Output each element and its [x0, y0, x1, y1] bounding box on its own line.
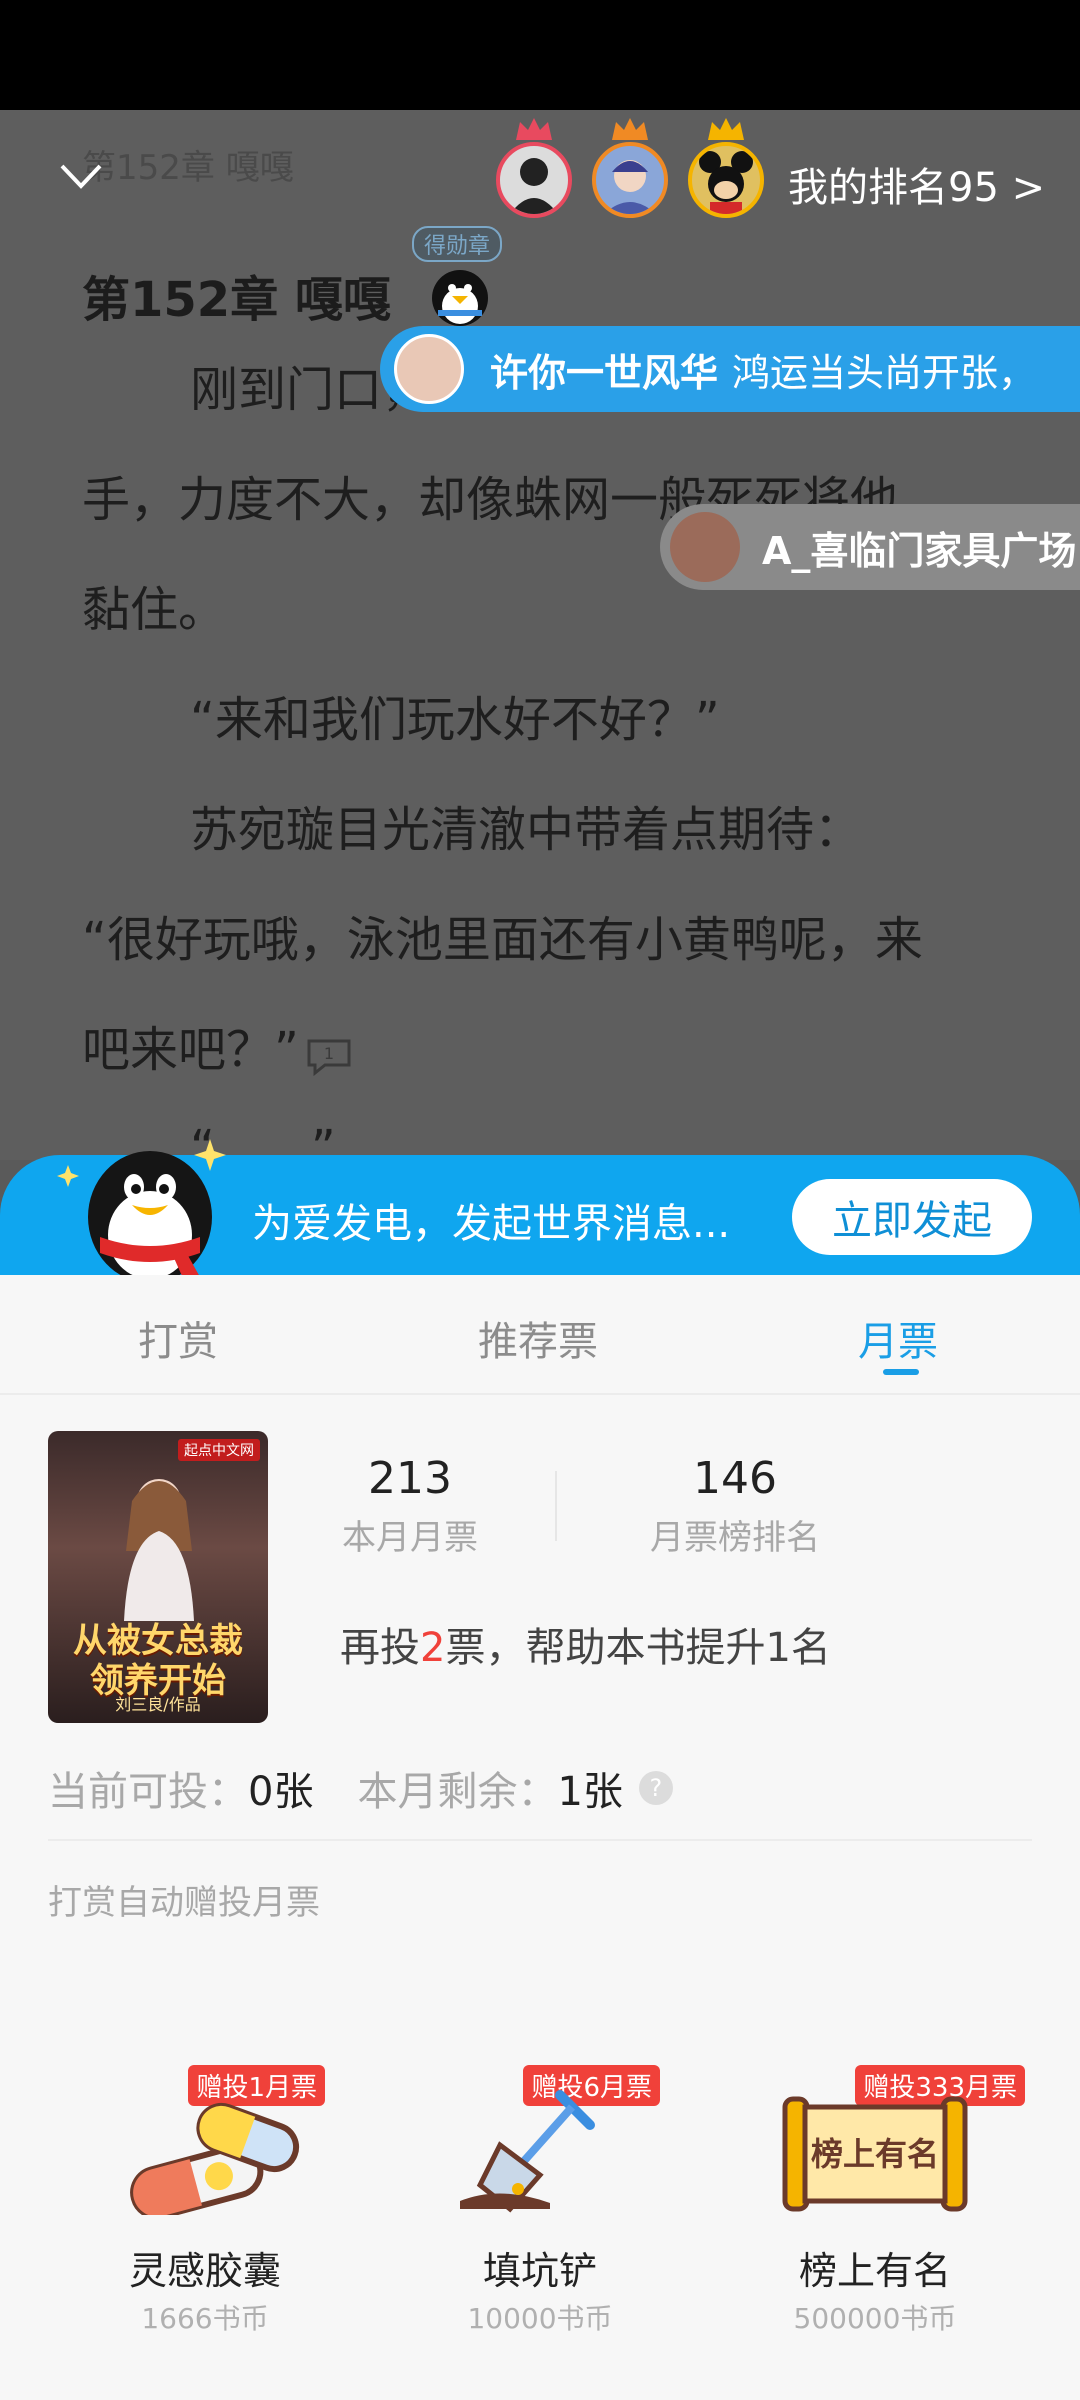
- chapter-title: 第152章 嘎嘎: [82, 272, 391, 328]
- gift-on-the-list[interactable]: 赠投333月票 榜上有名 榜上有名 500000书币: [725, 2065, 1025, 2355]
- penguin-mascot-icon: [57, 1139, 226, 1285]
- scroll-icon: 榜上有名: [782, 2096, 968, 2212]
- penguin-icon: [432, 270, 488, 326]
- top-fan-avatar[interactable]: [496, 118, 572, 218]
- gift-price: 10000书币: [467, 2302, 613, 2335]
- gift-pit-shovel[interactable]: 赠投6月票 填坑铲 10000书币: [390, 2065, 690, 2355]
- paragraph-line: 黏住。: [82, 582, 227, 638]
- cover-logo: 起点中文网: [178, 1439, 260, 1461]
- my-rank-link[interactable]: 我的排名95 >: [788, 155, 1045, 213]
- auto-vote-note: 打赏自动赠投月票: [48, 1883, 320, 1923]
- current-votes-value: 0张: [248, 1769, 314, 1815]
- comment-icon[interactable]: 1: [305, 1033, 353, 1077]
- tab-recommend-ticket[interactable]: 推荐票: [478, 1309, 598, 1367]
- top-fan-avatar[interactable]: [688, 118, 764, 218]
- boost-suffix: 票，帮助本书提升1名: [445, 1625, 831, 1671]
- book-cover[interactable]: 起点中文网 从被女总裁 领养开始 刘三良/作品: [48, 1431, 268, 1723]
- boost-prefix: 再投: [340, 1625, 420, 1671]
- start-now-button[interactable]: 立即发起: [792, 1179, 1032, 1255]
- promo-banner[interactable]: 为爱发电，发起世界消息... 立即发起: [0, 1139, 1080, 1285]
- tab-reward[interactable]: 打赏: [138, 1309, 218, 1367]
- paragraph-line: 苏宛璇目光清澈中带着点期待：: [190, 802, 863, 858]
- danmaku-user-name: 许你一世风华: [490, 350, 719, 395]
- reader-page[interactable]: 第152章 嘎嘎 第152章 嘎嘎 刚到门口，苏宛璇就抓住了他的 手，力度不大，…: [0, 110, 1080, 1160]
- paragraph-line: “很好玩哦，泳池里面还有小黄鸭呢，来: [82, 912, 923, 968]
- promo-text: 为爱发电，发起世界消息...: [252, 1201, 731, 1247]
- help-icon[interactable]: ?: [638, 1771, 673, 1805]
- paragraph-text: 吧来吧？”: [82, 1022, 299, 1078]
- danmaku-user-name: A_喜临门家具广场: [762, 528, 1077, 573]
- gift-name: 灵感胶囊: [128, 2249, 281, 2293]
- divider: [48, 1839, 1032, 1841]
- crown-icon: [516, 118, 552, 140]
- comment-count: 1: [324, 1044, 334, 1063]
- crown-icon: [612, 118, 648, 140]
- gift-inspiration-capsule[interactable]: 赠投1月票 灵感胶囊 1666书币: [55, 2065, 355, 2355]
- remaining-votes-label: 本月剩余：: [357, 1769, 558, 1815]
- paragraph-line: “来和我们玩水好不好？”: [190, 692, 720, 748]
- shovel-icon: [460, 2090, 595, 2213]
- crown-icon: [708, 118, 744, 140]
- capsule-icon: [130, 2102, 300, 2215]
- active-tab-indicator: [883, 1369, 919, 1375]
- gift-price: 1666书币: [141, 2302, 269, 2335]
- current-votes-label: 当前可投：: [48, 1769, 248, 1815]
- monthly-votes-label: 本月月票: [342, 1518, 478, 1558]
- vote-sheet: 打赏 推荐票 月票 起点中文网 从被女总裁 领养开始 刘三良/作品 213 本月月…: [0, 1275, 1080, 2400]
- danmaku-message[interactable]: A_喜临门家具广场: [660, 504, 1080, 590]
- remaining-votes-value: 1张: [557, 1769, 623, 1815]
- rank-stat: 146 月票榜排名: [620, 1453, 850, 1559]
- avatar: [688, 142, 764, 218]
- danmaku-text: 鸿运当头尚开张，: [732, 350, 1037, 395]
- chapter-header-faded: 第152章 嘎嘎: [82, 148, 294, 188]
- avatar: [592, 142, 668, 218]
- cover-illustration: [124, 1479, 194, 1621]
- tab-bar: 打赏 推荐票 月票: [0, 1275, 1080, 1395]
- boost-hint: 再投2票，帮助本书提升1名: [340, 1615, 831, 1673]
- gift-price: 500000书币: [793, 2302, 957, 2335]
- cover-author: 刘三良/作品: [115, 1695, 201, 1714]
- cover-title-line: 从被女总裁: [73, 1621, 243, 1661]
- votes-available: 当前可投： 0张 本月剩余： 1张 ?: [48, 1759, 673, 1817]
- monthly-votes-value: 213: [368, 1453, 452, 1504]
- cover-title: 从被女总裁 领养开始: [54, 1621, 262, 1701]
- avatar: [670, 512, 740, 582]
- gift-name: 填坑铲: [482, 2249, 597, 2293]
- gift-name: 榜上有名: [798, 2249, 951, 2293]
- medal-badge: 得勋章: [412, 226, 503, 262]
- avatar: [496, 142, 572, 218]
- paragraph-line: 吧来吧？” 1: [82, 1010, 353, 1080]
- rank-label: 月票榜排名: [650, 1518, 820, 1558]
- top-fan-avatar[interactable]: [592, 118, 668, 218]
- avatar: [394, 334, 464, 404]
- rank-value: 146: [693, 1453, 777, 1504]
- scroll-text: 榜上有名: [811, 2135, 939, 2173]
- boost-count: 2: [420, 1625, 446, 1671]
- monthly-votes-stat: 213 本月月票: [330, 1453, 490, 1559]
- danmaku-message[interactable]: 许你一世风华 鸿运当头尚开张，: [380, 326, 1080, 412]
- tab-monthly-ticket[interactable]: 月票: [858, 1309, 938, 1367]
- fan-rank-avatars[interactable]: [496, 118, 764, 218]
- status-bar: [0, 0, 1080, 110]
- divider: [555, 1471, 557, 1541]
- chevron-down-icon[interactable]: [56, 152, 106, 202]
